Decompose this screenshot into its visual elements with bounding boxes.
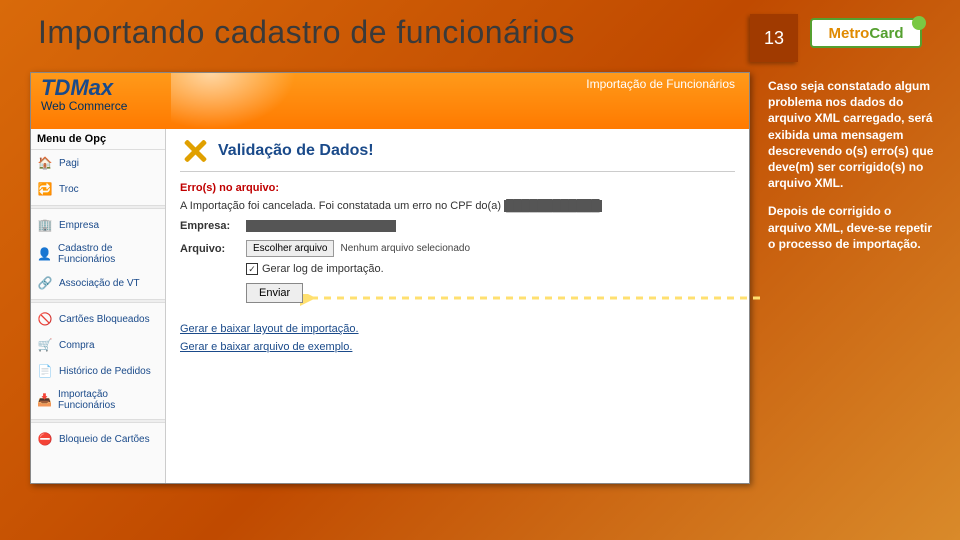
app-header: TDMax Web Commerce Importação de Funcion…	[31, 73, 749, 129]
sidebar-item-compra[interactable]: 🛒 Compra	[31, 332, 165, 358]
menu-divider	[31, 299, 165, 303]
error-x-icon	[180, 137, 208, 165]
building-icon: 🏢	[37, 217, 53, 233]
slide-title: Importando cadastro de funcionários	[38, 14, 575, 51]
validation-header: Validação de Dados!	[180, 137, 735, 172]
sidebar-item-cadastro[interactable]: 👤 Cadastro de Funcionários	[31, 238, 165, 270]
blocked-card-icon: 🚫	[37, 311, 53, 327]
metrocard-logo: MetroCard	[810, 18, 922, 48]
empresa-label: Empresa:	[180, 220, 236, 232]
sidebar-item-troca[interactable]: 🔁 Troc	[31, 176, 165, 202]
download-layout-link[interactable]: Gerar e baixar layout de importação.	[180, 323, 735, 335]
history-icon: 📄	[37, 363, 53, 379]
link-icon: 🔗	[37, 275, 53, 291]
sidebar-item-label: Cadastro de Funcionários	[58, 243, 159, 265]
sidebar-item-home[interactable]: 🏠 Pagi	[31, 150, 165, 176]
explanation-sidebar: Caso seja constatado algum problema nos …	[768, 78, 938, 264]
product-branding: TDMax Web Commerce	[41, 75, 127, 113]
sidebar-item-label: Importação Funcionários	[58, 389, 159, 411]
arquivo-label: Arquivo:	[180, 243, 236, 255]
log-checkbox[interactable]: ✓	[246, 263, 258, 275]
sidebar-item-historico[interactable]: 📄 Histórico de Pedidos	[31, 358, 165, 384]
logo-leaf-icon	[912, 16, 926, 30]
download-example-link[interactable]: Gerar e baixar arquivo de exemplo.	[180, 341, 735, 353]
explanation-p1: Caso seja constatado algum problema nos …	[768, 78, 938, 191]
sidebar-item-label: Compra	[59, 340, 95, 351]
sidebar-item-label: Histórico de Pedidos	[59, 366, 151, 377]
user-icon: 👤	[37, 246, 52, 262]
menu-divider	[31, 419, 165, 423]
product-name: TDMax	[41, 75, 127, 101]
sidebar-item-label: Associação de VT	[59, 278, 140, 289]
product-subtitle: Web Commerce	[41, 99, 127, 113]
explanation-p2: Depois de corrigido o arquivo XML, deve-…	[768, 203, 938, 252]
sidebar-item-empresa[interactable]: 🏢 Empresa	[31, 212, 165, 238]
menu-divider	[31, 205, 165, 209]
logo-text-1: Metro	[828, 25, 869, 42]
arquivo-row: Arquivo: Escolher arquivo Nenhum arquivo…	[180, 240, 735, 257]
page-number-badge: 13	[750, 14, 798, 62]
submit-button[interactable]: Enviar	[246, 283, 303, 303]
import-icon: 📥	[37, 392, 52, 408]
empresa-value-redacted	[246, 220, 396, 232]
cart-icon: 🛒	[37, 337, 53, 353]
sidebar-item-label: Pagi	[59, 158, 79, 169]
sidebar-item-label: Cartões Bloqueados	[59, 314, 150, 325]
sidebar-item-label: Bloqueio de Cartões	[59, 434, 150, 445]
header-swoosh	[171, 73, 331, 129]
app-window: TDMax Web Commerce Importação de Funcion…	[30, 72, 750, 484]
sidebar: Menu de Opç 🏠 Pagi 🔁 Troc 🏢 Empresa 👤 Cadast…	[31, 129, 166, 483]
main-panel: Validação de Dados! Erro(s) no arquivo: …	[166, 129, 749, 483]
empresa-row: Empresa:	[180, 220, 735, 232]
block-icon: ⛔	[37, 431, 53, 447]
error-message: A Importação foi cancelada. Foi constata…	[180, 200, 735, 212]
breadcrumb: Importação de Funcionários	[586, 77, 735, 91]
download-links: Gerar e baixar layout de importação. Ger…	[180, 323, 735, 353]
sidebar-item-importacao[interactable]: 📥 Importação Funcionários	[31, 384, 165, 416]
validation-title: Validação de Dados!	[218, 142, 374, 160]
error-message-text: A Importação foi cancelada. Foi constata…	[180, 200, 501, 212]
checkbox-row: ✓ Gerar log de importação.	[246, 263, 735, 275]
error-label: Erro(s) no arquivo:	[180, 182, 735, 194]
home-icon: 🏠	[37, 155, 53, 171]
swap-icon: 🔁	[37, 181, 53, 197]
logo-text-2: Card	[869, 25, 903, 42]
sidebar-item-label: Troc	[59, 184, 79, 195]
redacted-name: ████████████	[504, 200, 602, 212]
sidebar-item-cartoes-bloq[interactable]: 🚫 Cartões Bloqueados	[31, 306, 165, 332]
checkbox-label: Gerar log de importação.	[262, 263, 384, 275]
sidebar-item-bloqueio[interactable]: ⛔ Bloqueio de Cartões	[31, 426, 165, 452]
sidebar-item-label: Empresa	[59, 220, 99, 231]
menu-heading: Menu de Opç	[31, 129, 165, 150]
file-status-text: Nenhum arquivo selecionado	[340, 243, 470, 254]
choose-file-button[interactable]: Escolher arquivo	[246, 240, 334, 257]
sidebar-item-associacao[interactable]: 🔗 Associação de VT	[31, 270, 165, 296]
